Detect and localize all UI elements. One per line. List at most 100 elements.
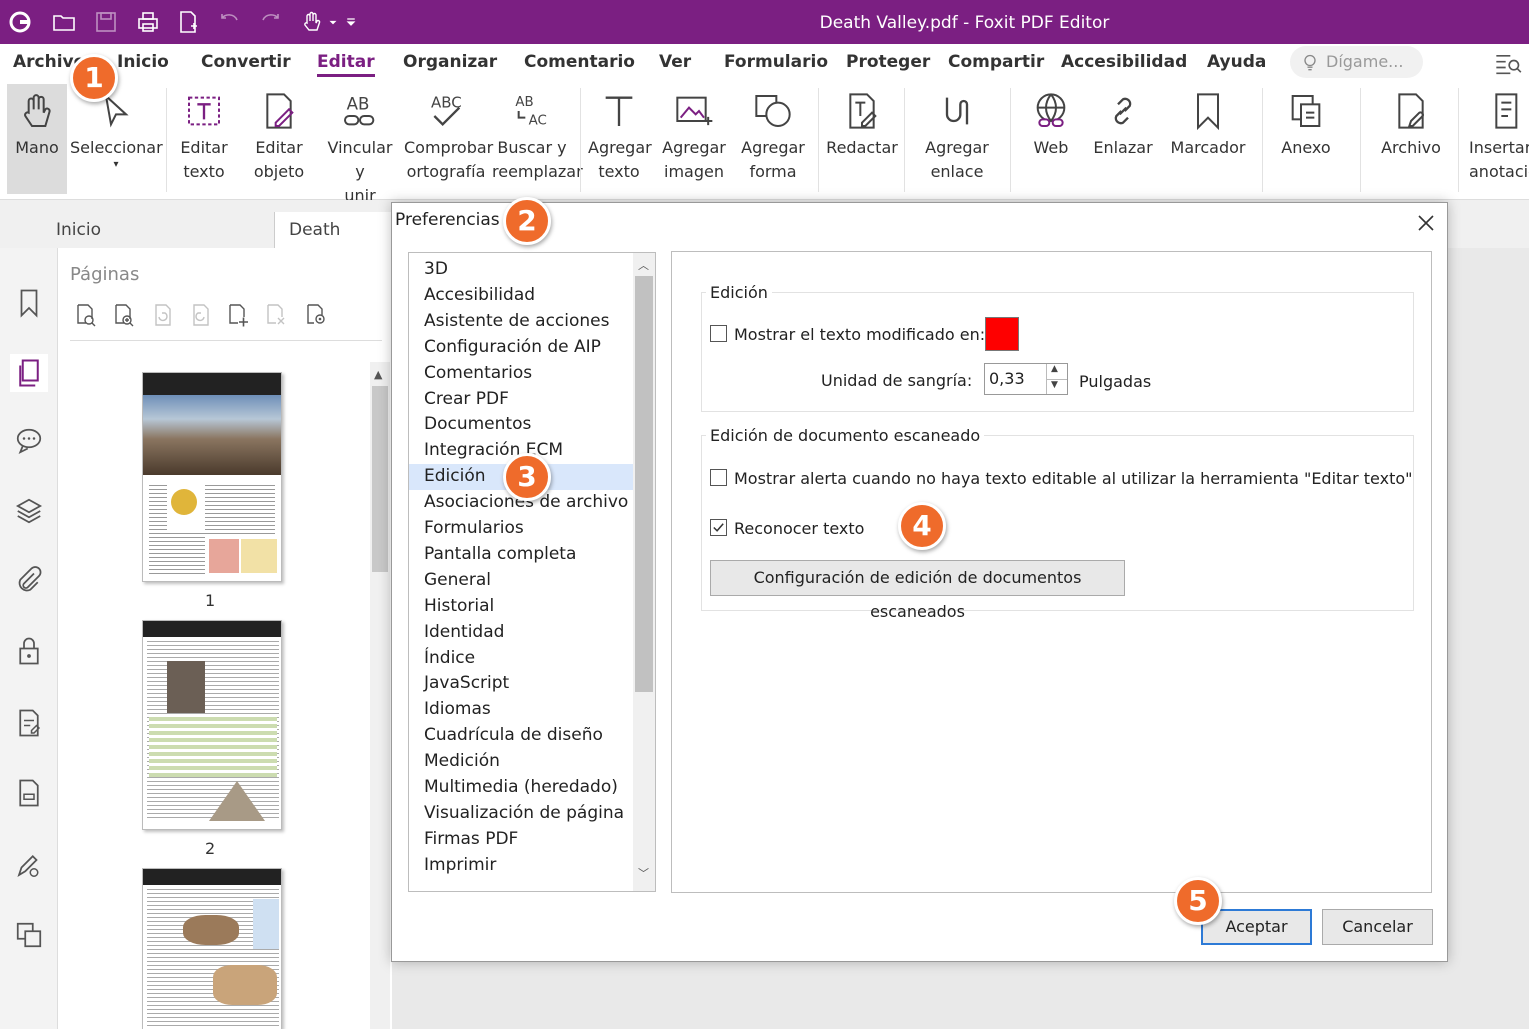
find-replace-icon: AB AC [492,86,572,136]
scanned-edit-settings-button[interactable]: Configuración de edición de documentos e… [710,560,1125,621]
rotate-right-icon[interactable] [188,302,212,328]
bookmark-panel-icon[interactable] [10,284,48,322]
compare-panel-icon[interactable] [10,916,48,954]
menu-convertir[interactable]: Convertir [201,52,291,72]
hand-tool-button[interactable]: Mano [7,86,67,194]
modified-text-color-swatch[interactable] [985,317,1019,351]
category-item-pantalla-completa[interactable]: Pantalla completa [424,541,576,567]
category-item-historial[interactable]: Historial [424,593,494,619]
security-panel-icon[interactable] [10,632,48,670]
close-icon[interactable] [1414,211,1438,235]
link-join-text-button[interactable]: AB Vincular y unir texto [322,86,398,229]
category-item-multimedia-heredado-[interactable]: Multimedia (heredado) [424,774,618,800]
category-item-edicion[interactable]: Edición [424,463,486,489]
ribbon-separator [1360,88,1361,192]
add-text-button[interactable]: Agregar texto [588,86,652,194]
spinner-arrows[interactable]: ▲ ▼ [1046,364,1067,394]
menu-ayuda[interactable]: Ayuda [1207,52,1266,72]
file-button[interactable]: Archivo [1372,86,1450,194]
svg-text:AB: AB [347,94,370,113]
menu-formulario[interactable]: Formulario [724,52,828,72]
menu-ver[interactable]: Ver [659,52,691,72]
category-scroll-thumb[interactable] [635,276,653,692]
cancel-button[interactable]: Cancelar [1322,909,1433,945]
scroll-down-icon[interactable]: ﹀ [638,865,649,881]
tell-me-search[interactable]: Dígame... [1290,46,1423,78]
spellcheck-button[interactable]: ABC Comprobar ortografía [404,86,493,194]
category-item-cuadricula-de-diseno[interactable]: Cuadrícula de diseño [424,722,603,748]
category-item-comentarios[interactable]: Comentarios [424,360,532,386]
rotate-left-icon[interactable] [150,302,174,328]
zoom-in-page-icon[interactable] [112,302,136,328]
category-item-visualizacion-de-pagina[interactable]: Visualización de página [424,800,624,826]
menu-inicio[interactable]: Inicio [117,52,169,72]
category-item-asistente-de-acciones[interactable]: Asistente de acciones [424,308,609,334]
spin-up-icon[interactable]: ▲ [1051,364,1058,374]
lightbulb-icon [1300,52,1320,72]
edit-object-button[interactable]: Editar objeto [244,86,314,194]
web-link-button[interactable]: Web [1020,86,1082,194]
category-item-formularios[interactable]: Formularios [424,515,524,541]
bookmark-button[interactable]: Marcador [1168,86,1248,194]
menu-comentario[interactable]: Comentario [524,52,635,72]
find-replace-button[interactable]: AB AC Buscar y reemplazar [492,86,583,194]
category-item-configuracion-de-aip[interactable]: Configuración de AIP [424,334,601,360]
layers-panel-icon[interactable] [10,492,48,530]
category-item-3d[interactable]: 3D [424,256,448,282]
chain-link-icon [1090,86,1156,136]
show-modified-checkbox[interactable] [710,325,727,342]
category-item-accesibilidad[interactable]: Accesibilidad [424,282,535,308]
category-item-identidad[interactable]: Identidad [424,619,504,645]
menu-proteger[interactable]: Proteger [846,52,930,72]
category-item-general[interactable]: General [424,567,491,593]
redact-button[interactable]: Redactar [826,86,898,194]
scroll-up-icon[interactable]: ▲ [374,368,382,381]
pages-panel-icon[interactable] [10,354,48,392]
indent-unit-spinner[interactable]: 0,33 ▲ ▼ [984,363,1068,395]
category-item-idiomas[interactable]: Idiomas [424,696,491,722]
select-button[interactable]: Seleccionar ▾ [70,86,163,194]
thumb-sidebar-box [253,899,279,949]
menu-editar[interactable]: Editar [317,52,375,77]
comments-panel-icon[interactable] [10,422,48,460]
category-item-crear-pdf[interactable]: Crear PDF [424,386,509,412]
category-item-imprimir[interactable]: Imprimir [424,852,496,878]
pages-scrollbar[interactable]: ▲ [370,362,390,1029]
signatures-panel-icon[interactable] [10,704,48,742]
page-properties-icon[interactable] [304,302,328,328]
category-item-documentos[interactable]: Documentos [424,411,531,437]
select-dropdown-icon[interactable]: ▾ [70,160,162,170]
add-image-button[interactable]: Agregar imagen [662,86,726,194]
content-panel-icon[interactable] [10,774,48,812]
recognize-text-checkbox[interactable] [710,519,727,536]
attachment-button[interactable]: Anexo [1274,86,1338,194]
category-item-javascript[interactable]: JavaScript [424,670,509,696]
add-shape-button[interactable]: Agregar forma [740,86,806,194]
tab-inicio[interactable]: Inicio [42,212,274,248]
menu-accesibilidad[interactable]: Accesibilidad [1061,52,1187,72]
category-item-firmas-pdf[interactable]: Firmas PDF [424,826,518,852]
delete-page-icon[interactable] [264,302,288,328]
scroll-up-icon[interactable]: ︿ [638,257,649,273]
insert-annotation-button[interactable]: Insertar anotación [1466,86,1529,194]
insert-page-icon[interactable] [226,302,250,328]
category-item-medicion[interactable]: Medición [424,748,500,774]
page-thumbnail-1[interactable] [142,372,282,582]
pen-tools-icon[interactable] [10,846,48,884]
menu-compartir[interactable]: Compartir [948,52,1044,72]
zoom-out-page-icon[interactable] [74,302,98,328]
add-link-button[interactable]: Agregar enlace [914,86,1000,194]
page-thumbnail-3[interactable] [142,868,282,1029]
tab-death-valley[interactable]: Death Valley... [274,212,394,276]
page-thumbnail-2[interactable] [142,620,282,830]
no-editable-text-alert-checkbox[interactable] [710,469,727,486]
ribbon-search-icon[interactable] [1494,50,1522,78]
category-item-indice[interactable]: Índice [424,645,475,671]
edit-text-button[interactable]: Editar texto [174,86,234,194]
attachments-panel-icon[interactable] [10,562,48,600]
chain-link-button[interactable]: Enlazar [1090,86,1156,194]
edit-text-icon [174,86,234,136]
menu-organizar[interactable]: Organizar [403,52,497,72]
spin-down-icon[interactable]: ▼ [1051,380,1058,390]
pages-scroll-thumb[interactable] [372,386,388,572]
